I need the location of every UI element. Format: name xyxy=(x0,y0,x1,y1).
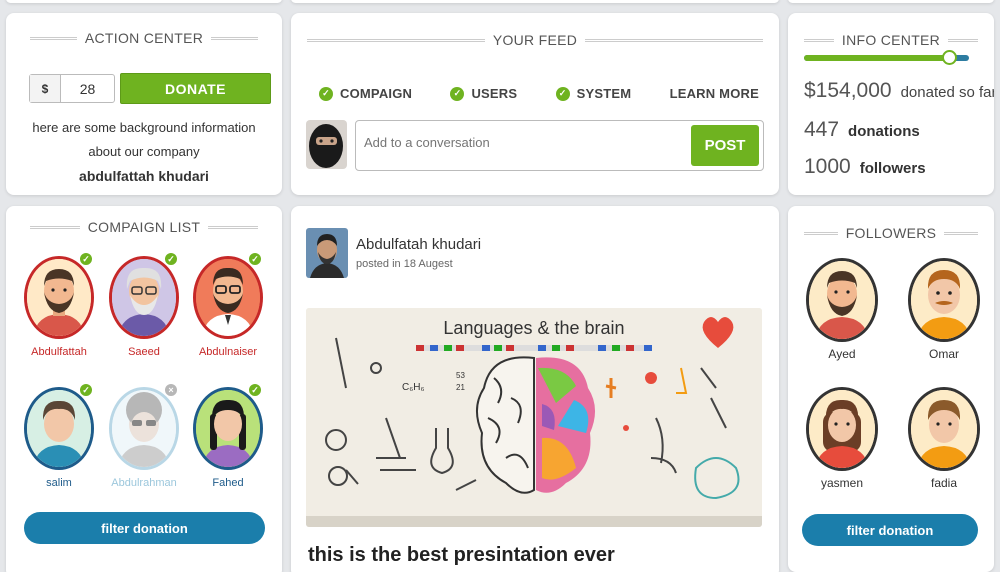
old-man-icon xyxy=(112,259,176,336)
donations-count: 447 donations xyxy=(804,118,920,141)
follower-item[interactable]: yasmen xyxy=(804,387,880,490)
post-image: C₆H₆ 53 21 Languages & the brain xyxy=(306,308,762,527)
campaign-person[interactable]: ✓ Fahed xyxy=(191,383,265,489)
check-icon: ✓ xyxy=(319,86,333,101)
campaign-list-card: COMPAIGN LIST ✓ Abdulfattah ✓ Saeed ✓ Ab… xyxy=(6,206,282,572)
post-author-name[interactable]: Abdulfatah khudari xyxy=(356,236,481,253)
close-icon: × xyxy=(164,383,178,397)
feed-filter-tabs: ✓ COMPAIGN ✓ USERS ✓ SYSTEM LEARN MORE xyxy=(319,86,759,101)
bearded-man-icon xyxy=(27,259,91,336)
followers-card: FOLLOWERS Ayed Omar yasmen fadia filter … xyxy=(788,206,994,572)
filter-donation-button[interactable]: filter donation xyxy=(802,514,978,546)
boy-icon xyxy=(911,390,977,468)
feed-title: YOUR FEED xyxy=(307,32,764,48)
company-info: here are some background information abo… xyxy=(20,116,268,188)
previous-card-edge xyxy=(788,0,994,3)
post-date: posted in 18 Augest xyxy=(356,258,453,270)
campaign-person[interactable]: × Abdulrahman xyxy=(107,383,181,489)
campaign-list-title: COMPAIGN LIST xyxy=(30,219,259,235)
follower-item[interactable]: fadia xyxy=(906,387,982,490)
check-icon: ✓ xyxy=(79,383,93,397)
action-center-card: ACTION CENTER $ 28 DONATE here are some … xyxy=(6,13,282,195)
donated-so-far: $154,000 donated so far xyxy=(804,79,994,102)
check-icon: ✓ xyxy=(450,86,465,101)
man-with-glasses-icon xyxy=(196,259,260,336)
learn-more-link[interactable]: LEARN MORE xyxy=(670,86,759,101)
curly-hair-man-icon xyxy=(112,390,176,467)
info-center-card: INFO CENTER $154,000 donated so far 447 do… xyxy=(788,13,994,195)
tab-compaign[interactable]: ✓ COMPAIGN xyxy=(319,86,412,101)
campaign-person[interactable]: ✓ Saeed xyxy=(107,252,181,358)
action-center-title: ACTION CENTER xyxy=(30,30,258,46)
tab-users[interactable]: ✓ USERS xyxy=(450,86,517,101)
conversation-input[interactable] xyxy=(364,135,684,150)
tab-system[interactable]: ✓ SYSTEM xyxy=(555,86,632,101)
check-icon: ✓ xyxy=(79,252,93,266)
svg-text:21: 21 xyxy=(456,383,465,392)
previous-card-edge xyxy=(291,0,779,3)
donation-progress-bar xyxy=(804,50,969,65)
progress-fill xyxy=(804,55,950,61)
post-caption: this is the best presintation ever xyxy=(308,544,615,566)
donation-amount-field[interactable]: $ 28 xyxy=(29,74,115,103)
progress-knob xyxy=(942,50,958,65)
currency-symbol: $ xyxy=(30,75,61,102)
followers-title: FOLLOWERS xyxy=(804,225,979,241)
campaign-person[interactable]: ✓ Abdulnaiser xyxy=(191,252,265,358)
woman-braids-icon xyxy=(196,390,260,467)
company-name: abdulfattah khudari xyxy=(79,168,209,184)
previous-card-edge xyxy=(6,0,282,3)
campaign-person[interactable]: ✓ salim xyxy=(22,383,96,489)
post-button[interactable]: POST xyxy=(691,125,759,166)
follower-item[interactable]: Omar xyxy=(906,258,982,361)
image-title: Languages & the brain xyxy=(443,318,625,338)
feed-card: YOUR FEED ✓ COMPAIGN ✓ USERS ✓ SYSTEM LEARN… xyxy=(291,13,779,195)
check-icon: ✓ xyxy=(555,86,570,101)
check-icon: ✓ xyxy=(248,383,262,397)
donate-button[interactable]: DONATE xyxy=(120,73,271,104)
amount-input[interactable]: 28 xyxy=(61,75,114,102)
check-icon: ✓ xyxy=(248,252,262,266)
post-card: Abdulfatah khudari posted in 18 Augest C… xyxy=(291,206,779,572)
filter-donation-button[interactable]: filter donation xyxy=(24,512,265,544)
followers-count: 1000 followers xyxy=(804,155,926,178)
current-user-avatar xyxy=(306,120,347,169)
svg-text:53: 53 xyxy=(456,371,465,380)
conversation-box: POST xyxy=(355,120,764,171)
follower-item[interactable]: Ayed xyxy=(804,258,880,361)
bearded-man-icon xyxy=(809,261,875,339)
post-author-avatar[interactable] xyxy=(306,228,348,278)
check-icon: ✓ xyxy=(164,252,178,266)
young-man-icon xyxy=(27,390,91,467)
brain-illustration-icon: C₆H₆ 53 21 xyxy=(306,308,762,527)
info-center-title: INFO CENTER xyxy=(804,32,979,48)
woman-icon xyxy=(809,390,875,468)
man-with-mustache-icon xyxy=(911,261,977,339)
campaign-person[interactable]: ✓ Abdulfattah xyxy=(22,252,96,358)
svg-text:C₆H₆: C₆H₆ xyxy=(402,382,425,393)
